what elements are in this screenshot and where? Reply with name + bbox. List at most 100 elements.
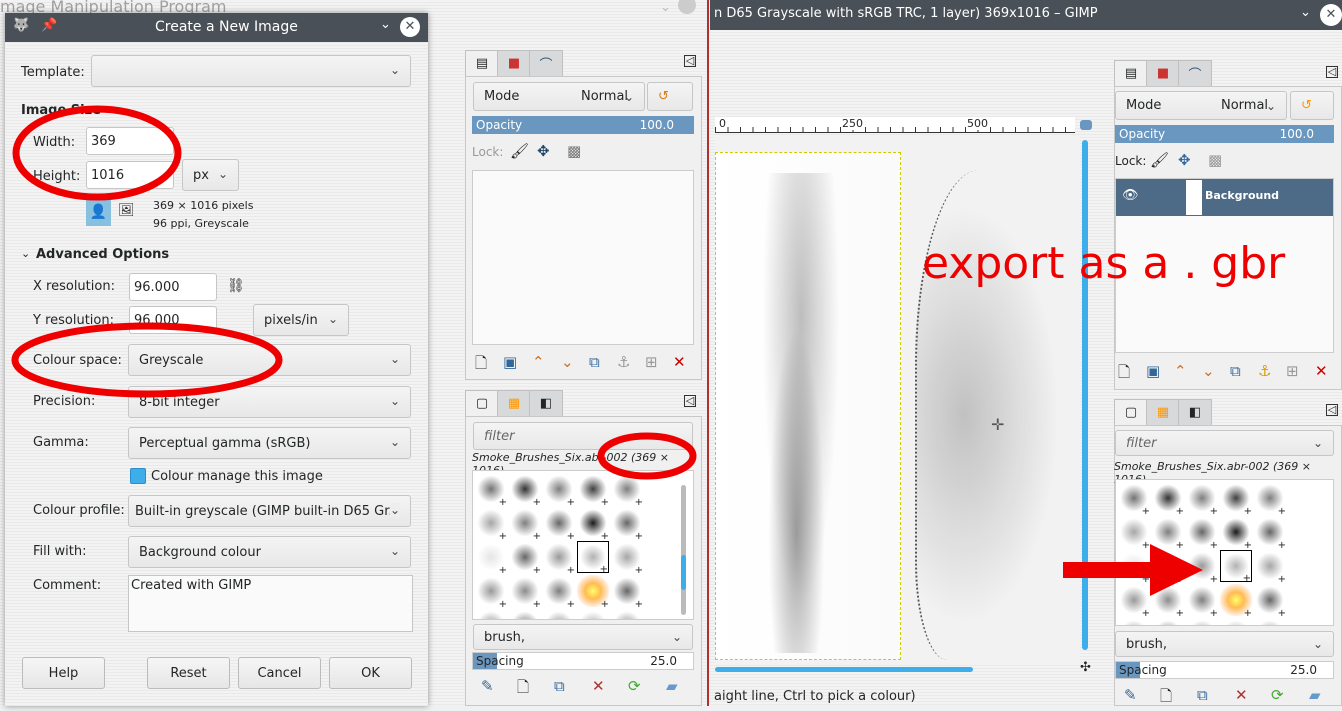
brush-grid[interactable]: +++++++++++++++++++++++++	[1115, 479, 1334, 626]
delete-brush-icon[interactable]: ✕	[592, 677, 605, 695]
ok-button[interactable]: OK	[329, 657, 412, 689]
new-layer-icon[interactable]: 🗋	[1118, 362, 1130, 387]
yres-input[interactable]: 96.000	[129, 306, 217, 334]
brush-thumbnail[interactable]: +	[1118, 618, 1150, 625]
fill-select[interactable]: Background colour ⌄	[128, 536, 411, 568]
raise-layer-icon[interactable]: ⌃	[1174, 362, 1187, 380]
tab-gradients[interactable]: ◧	[1178, 399, 1212, 425]
brush-thumbnail[interactable]: +	[1254, 584, 1286, 619]
zoom-toggle-icon[interactable]	[1080, 120, 1092, 130]
brush-thumbnail[interactable]: +	[577, 473, 609, 508]
brush-thumbnail[interactable]: +	[509, 473, 541, 508]
bg-minimize-icon[interactable]: ⌄	[660, 0, 671, 15]
brush-thumbnail[interactable]: +	[611, 541, 643, 576]
lock-pixels-icon[interactable]: 🖌	[510, 142, 529, 160]
dock-menu-icon[interactable]: ◁	[684, 395, 696, 407]
new-layer-icon[interactable]: 🗋	[475, 353, 487, 378]
composite-mode-select[interactable]: ↺	[1290, 91, 1334, 120]
brush-filter-input[interactable]: filter ⌄	[473, 422, 693, 450]
unit-select[interactable]: px ⌄	[182, 159, 239, 191]
brush-thumbnail[interactable]: +	[475, 507, 507, 542]
brush-thumbnail[interactable]: +	[1220, 482, 1252, 517]
cancel-button[interactable]: Cancel	[238, 657, 321, 689]
brush-thumbnail[interactable]: +	[543, 541, 575, 576]
tab-brushes[interactable]: ▢	[465, 390, 499, 416]
navigate-icon[interactable]: ✣	[1080, 660, 1091, 675]
brush-thumbnail[interactable]: +	[1152, 482, 1184, 517]
tab-patterns[interactable]: ▦	[497, 390, 531, 416]
spacing-slider[interactable]: Spacing 25.0	[1115, 661, 1334, 679]
colour-space-select[interactable]: Greyscale ⌄	[128, 344, 411, 376]
brush-tag-input[interactable]: brush, ⌄	[1115, 631, 1334, 657]
width-input[interactable]: 369	[86, 127, 174, 155]
gamma-select[interactable]: Perceptual gamma (sRGB) ⌄	[128, 427, 411, 459]
lower-layer-icon[interactable]: ⌄	[561, 353, 574, 371]
edit-brush-icon[interactable]: ✎	[1124, 686, 1137, 704]
lock-position-icon[interactable]: ✥	[537, 142, 550, 160]
edit-brush-icon[interactable]: ✎	[481, 677, 494, 695]
precision-select[interactable]: 8-bit integer ⌄	[128, 386, 411, 418]
duplicate-brush-icon[interactable]: ⧉	[1197, 686, 1208, 704]
brush-thumbnail[interactable]: +	[509, 575, 541, 610]
new-layer-group-icon[interactable]: ▣	[1146, 362, 1160, 380]
horizontal-ruler[interactable]: 0 250 500	[715, 117, 1075, 133]
opacity-slider[interactable]: Opacity 100.0	[1115, 125, 1334, 143]
merge-layer-icon[interactable]: ⊞	[1286, 362, 1299, 380]
layer-name[interactable]: Background	[1205, 189, 1279, 202]
brush-thumbnail[interactable]: +	[1220, 584, 1252, 619]
dock-menu-icon[interactable]: ◁	[1326, 404, 1338, 416]
colour-manage-label[interactable]: Colour manage this image	[151, 469, 323, 484]
refresh-brushes-icon[interactable]: ⟳	[1271, 686, 1284, 704]
brush-thumbnail[interactable]: +	[543, 575, 575, 610]
colour-manage-checkbox[interactable]	[130, 468, 146, 484]
tab-gradients[interactable]: ◧	[529, 390, 563, 416]
brush-thumbnail[interactable]: +	[577, 575, 609, 610]
new-brush-icon[interactable]: 🗋	[1160, 686, 1172, 711]
close-icon[interactable]: ✕	[1320, 4, 1342, 26]
brush-thumbnail[interactable]: +	[1152, 516, 1184, 551]
layer-row-background[interactable]: 👁 Background	[1116, 179, 1333, 216]
brush-thumbnail[interactable]: +	[577, 541, 609, 575]
brush-thumbnail[interactable]: +	[1118, 516, 1150, 551]
expander-arrow-icon[interactable]: ⌄	[21, 247, 30, 260]
raise-layer-icon[interactable]: ⌃	[532, 353, 545, 371]
brush-thumbnail[interactable]: +	[611, 473, 643, 508]
reset-button[interactable]: Reset	[147, 657, 230, 689]
duplicate-layer-icon[interactable]: ⧉	[589, 353, 600, 371]
delete-layer-icon[interactable]: ✕	[673, 353, 686, 371]
advanced-options-heading[interactable]: Advanced Options	[36, 247, 169, 262]
template-select[interactable]: ⌄	[91, 55, 411, 87]
dock-menu-icon[interactable]: ◁	[684, 55, 696, 67]
brush-thumbnail[interactable]: +	[543, 507, 575, 542]
brush-thumbnail[interactable]: +	[611, 507, 643, 542]
layers-list[interactable]	[472, 170, 694, 345]
brush-scrollbar[interactable]	[681, 485, 686, 615]
eye-visibility-icon[interactable]: 👁	[1122, 188, 1139, 203]
brush-thumbnail[interactable]: +	[509, 541, 541, 576]
brush-thumbnail[interactable]: +	[1254, 482, 1286, 517]
minimize-icon[interactable]: ⌄	[380, 17, 391, 32]
tab-layers[interactable]: ▤	[1114, 60, 1148, 86]
brush-thumbnail[interactable]: +	[475, 609, 507, 619]
merge-layer-icon[interactable]: ⊞	[645, 353, 658, 371]
brush-thumbnail[interactable]: +	[1254, 550, 1286, 585]
brush-thumbnail[interactable]: +	[1118, 482, 1150, 517]
brush-thumbnail[interactable]: +	[543, 473, 575, 508]
lock-position-icon[interactable]: ✥	[1178, 151, 1191, 169]
pin-icon[interactable]: 📌	[41, 18, 57, 33]
xres-input[interactable]: 96.000	[129, 273, 217, 301]
lock-pixels-icon[interactable]: 🖌	[1150, 151, 1169, 169]
brush-tag-input[interactable]: brush, ⌄	[473, 624, 693, 650]
refresh-brushes-icon[interactable]: ⟳	[628, 677, 641, 695]
tab-brushes[interactable]: ▢	[1114, 399, 1148, 425]
brush-thumbnail[interactable]: +	[577, 609, 609, 619]
tab-paths[interactable]: ⌒	[529, 50, 563, 76]
tab-layers[interactable]: ▤	[465, 50, 499, 76]
brush-thumbnail[interactable]: +	[1152, 618, 1184, 625]
new-layer-group-icon[interactable]: ▣	[503, 353, 517, 371]
anchor-layer-icon[interactable]: ⚓	[617, 353, 630, 371]
minimize-icon[interactable]: ⌄	[1300, 5, 1311, 20]
landscape-icon[interactable]: 🖼	[118, 203, 135, 218]
spacing-slider[interactable]: Spacing 25.0	[472, 652, 694, 670]
brush-thumbnail[interactable]: +	[1186, 618, 1218, 625]
